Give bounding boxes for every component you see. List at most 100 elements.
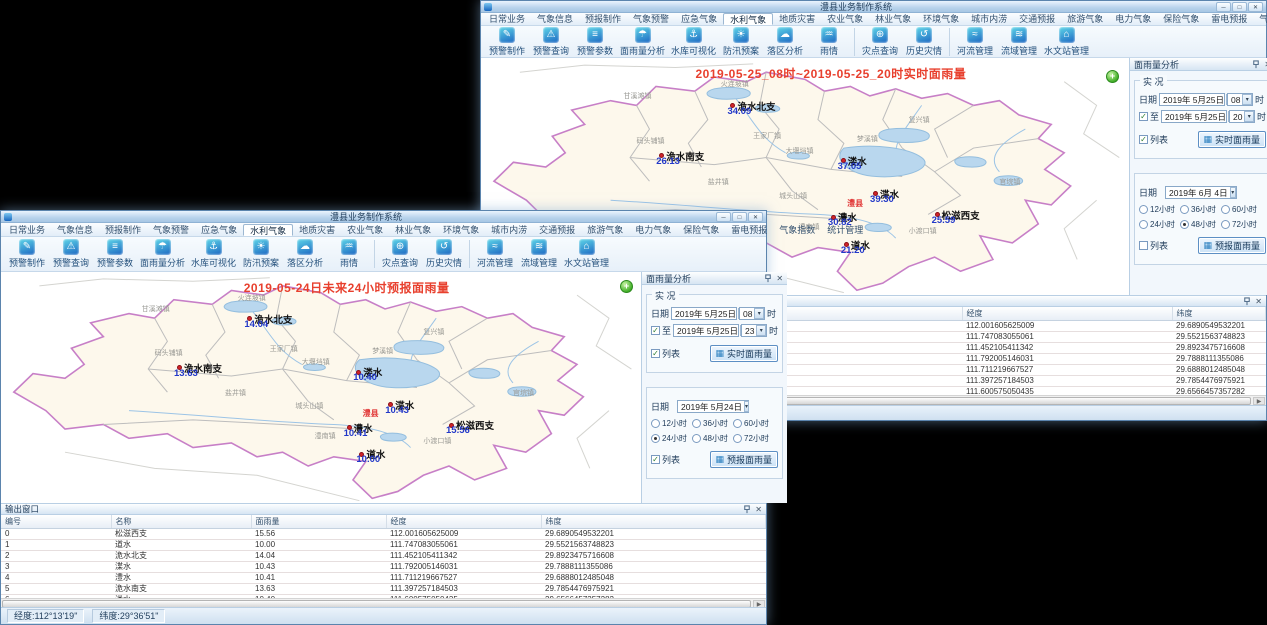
station-loushui[interactable]: 溇水10.40 [356,363,382,381]
table-row[interactable]: 3渫水10.43111.79200514603129.7888111355086 [1,562,766,573]
tab-urban-flood[interactable]: 城市内涝 [965,13,1013,25]
start-hour-select[interactable]: 08▾ [1227,93,1253,106]
hydro-station-manage-button[interactable]: ⌂水文站管理 [1041,26,1092,58]
table-row[interactable]: 0松滋西支15.56112.00160562500929.68905495322… [1,529,766,540]
disaster-point-button[interactable]: ⊕灾点查询 [858,26,902,58]
title-bar[interactable]: 澧县业务制作系统 ─ □ ✕ [481,1,1266,13]
list-checkbox[interactable] [651,455,660,464]
river-manage-button[interactable]: ≈河流管理 [953,26,997,58]
reservoir-view-button[interactable]: ⚓水库可视化 [668,26,719,58]
pin-icon[interactable] [1252,60,1260,69]
to-checkbox[interactable] [1139,112,1148,121]
disaster-history-button[interactable]: ↺历史灾情 [422,238,466,270]
minimize-button[interactable]: ─ [1216,2,1231,12]
tab-lightning[interactable]: 雷电预报 [1205,13,1253,25]
station-xieshui[interactable]: 渫水39.30 [873,185,899,203]
tab-traffic[interactable]: 交通预报 [1013,13,1061,25]
col-rainfall[interactable]: 面雨量 [251,515,386,529]
station-lishui[interactable]: 澧水10.41 [347,419,373,437]
end-date-select[interactable]: 2019年 5月25日▾ [673,324,739,337]
forecast-date-select[interactable]: 2019年 6月 4日▾ [1165,186,1237,199]
basin-manage-button[interactable]: ≋流域管理 [997,26,1041,58]
maximize-button[interactable]: □ [732,212,747,222]
flood-plan-button[interactable]: ☀防汛预案 [719,26,763,58]
dock-close-icon[interactable]: ✕ [755,505,762,514]
minimize-button[interactable]: ─ [716,212,731,222]
tab-index[interactable]: 气象指数 [1253,13,1267,25]
radio-60h[interactable]: 60小时 [733,418,772,429]
start-date-select[interactable]: 2019年 5月25日▾ [1159,93,1225,106]
warning-params-button[interactable]: ≡预警参数 [573,26,617,58]
radio-48h[interactable]: 48小时 [1180,219,1219,230]
zone-analysis-button[interactable]: ☁落区分析 [283,238,327,270]
tab-statistics[interactable]: 统计管理 [821,224,869,236]
list-checkbox[interactable] [1139,135,1148,144]
tab-warning[interactable]: 气象预警 [147,224,195,236]
table-row[interactable]: 4澧水10.41111.71121966752729.6888012485048 [1,573,766,584]
station-songzi-west[interactable]: 松滋西支15.56 [449,416,494,434]
close-button[interactable]: ✕ [748,212,763,222]
tab-agriculture[interactable]: 农业气象 [341,224,389,236]
radio-36h[interactable]: 36小时 [1180,204,1219,215]
warning-create-button[interactable]: ✎预警制作 [5,238,49,270]
tab-hydrology[interactable]: 水利气象 [243,224,293,236]
radio-12h[interactable]: 12小时 [1139,204,1178,215]
flood-plan-button[interactable]: ☀防汛预案 [239,238,283,270]
realtime-rainfall-button[interactable]: ▦实时面雨量 [710,345,779,362]
radio-48h[interactable]: 48小时 [692,433,731,444]
forecast-rainfall-button[interactable]: ▦预报面雨量 [1198,237,1267,254]
radio-24h[interactable]: 24小时 [1139,219,1178,230]
col-latitude[interactable]: 纬度 [1172,307,1266,321]
station-weishui-north[interactable]: 洈水北支14.04 [247,310,292,328]
tab-daily[interactable]: 日常业务 [3,224,51,236]
end-hour-select[interactable]: 20▾ [1229,110,1255,123]
station-loushui[interactable]: 溇水37.05 [841,152,867,170]
tab-index[interactable]: 气象指数 [773,224,821,236]
forecast-date-select[interactable]: 2019年 5月24日▾ [677,400,749,413]
end-date-select[interactable]: 2019年 5月25日▾ [1161,110,1227,123]
scroll-right-arrow[interactable]: ▶ [1253,397,1265,405]
col-name[interactable]: 名称 [111,515,251,529]
title-bar[interactable]: 澧县业务制作系统 ─ □ ✕ [1,211,766,223]
warning-create-button[interactable]: ✎预警制作 [485,26,529,58]
tab-tourism[interactable]: 旅游气象 [1061,13,1109,25]
tab-info[interactable]: 气象信息 [51,224,99,236]
table-row[interactable]: 2洈水北支14.04111.45210541134229.89234757166… [1,551,766,562]
panel-close-icon[interactable]: ✕ [776,274,783,283]
dock-close-icon[interactable]: ✕ [1255,297,1262,306]
tab-hydrology[interactable]: 水利气象 [723,13,773,25]
close-button[interactable]: ✕ [1248,2,1263,12]
areal-rain-analysis-button[interactable]: ☂面雨量分析 [137,238,188,270]
tab-geology[interactable]: 地质灾害 [293,224,341,236]
warning-query-button[interactable]: ⚠预警查询 [49,238,93,270]
radio-60h[interactable]: 60小时 [1221,204,1260,215]
station-weishui-south[interactable]: 洈水南支26.13 [659,147,704,165]
tab-traffic[interactable]: 交通预报 [533,224,581,236]
col-longitude[interactable]: 经度 [386,515,541,529]
warning-params-button[interactable]: ≡预警参数 [93,238,137,270]
start-date-select[interactable]: 2019年 5月25日▾ [671,307,737,320]
col-longitude[interactable]: 经度 [962,307,1172,321]
radio-12h[interactable]: 12小时 [651,418,690,429]
table-row[interactable]: 5洈水南支13.63111.39725718450329.78544769759… [1,584,766,595]
list-checkbox[interactable] [651,349,660,358]
zone-analysis-button[interactable]: ☁落区分析 [763,26,807,58]
map-add-button[interactable]: + [1106,70,1119,83]
tab-insurance[interactable]: 保险气象 [1157,13,1205,25]
areal-rain-analysis-button[interactable]: ☂面雨量分析 [617,26,668,58]
tab-agriculture[interactable]: 农业气象 [821,13,869,25]
tab-urban-flood[interactable]: 城市内涝 [485,224,533,236]
pin-icon[interactable] [764,274,772,283]
list-checkbox[interactable] [1139,241,1148,250]
reservoir-view-button[interactable]: ⚓水库可视化 [188,238,239,270]
pin-icon[interactable] [1243,297,1251,306]
disaster-history-button[interactable]: ↺历史灾情 [902,26,946,58]
radio-72h[interactable]: 72小时 [1221,219,1260,230]
tab-emergency[interactable]: 应急气象 [675,13,723,25]
rain-condition-button[interactable]: ♒雨情 [327,238,371,270]
station-weishui-north[interactable]: 洈水北支34.09 [730,97,775,115]
tab-tourism[interactable]: 旅游气象 [581,224,629,236]
station-daoshui[interactable]: 道水21.20 [844,236,870,254]
forecast-rainfall-button[interactable]: ▦预报面雨量 [710,451,779,468]
tab-daily[interactable]: 日常业务 [483,13,531,25]
